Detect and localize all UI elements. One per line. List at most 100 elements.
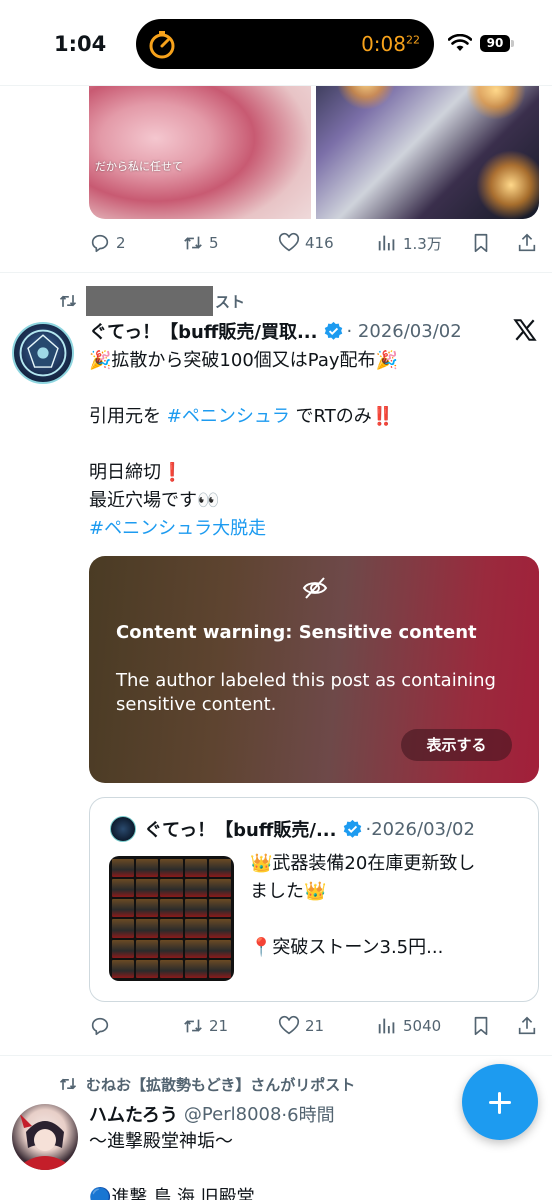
verified-badge-icon xyxy=(344,819,362,838)
quote-header: ぐてっ！【buff販売/... · 2026/03/02 xyxy=(110,816,475,842)
status-bar: 1:04 0:0822 90 xyxy=(0,0,552,86)
media-glow xyxy=(476,150,539,219)
body-text: 引用元を xyxy=(89,406,167,427)
redacted-name xyxy=(86,286,213,316)
quote-line-spacer xyxy=(250,906,475,934)
avatar-character xyxy=(20,1114,68,1170)
reply-button[interactable] xyxy=(89,1011,116,1041)
thumb-cell xyxy=(208,879,231,898)
author-handle[interactable]: @Perl8008 xyxy=(184,1104,282,1125)
content-warning-card[interactable]: Content warning: Sensitive content The a… xyxy=(89,556,539,783)
author-name[interactable]: ぐてっ！【buff販売/買取... xyxy=(89,318,317,344)
thumb-cell xyxy=(112,879,135,898)
content-warning-title: Content warning: Sensitive content xyxy=(116,622,477,643)
body-line-spacer xyxy=(89,1156,255,1184)
thumb-cell xyxy=(136,899,159,918)
battery-nub xyxy=(511,40,514,47)
reply-button[interactable]: 2 xyxy=(89,228,126,258)
like-count: 416 xyxy=(305,234,334,252)
like-button[interactable]: 21 xyxy=(278,1011,324,1041)
repost-by-text: むねお【拡散勢もどき】さんがリポスト xyxy=(86,1075,356,1094)
thumb-cell xyxy=(160,879,183,898)
tweet-divider xyxy=(0,272,552,273)
post-time[interactable]: ·6時間 xyxy=(281,1101,334,1127)
repost-button[interactable]: 21 xyxy=(182,1011,228,1041)
thumb-cell xyxy=(136,939,159,958)
tweet1-actions: 2 5 416 1.3万 xyxy=(89,228,539,258)
hashtag-link[interactable]: #ペニンシュラ大脱走 xyxy=(89,515,398,543)
share-button[interactable] xyxy=(516,1011,543,1041)
bookmark-button[interactable] xyxy=(470,228,497,258)
tweet2-actions: 21 21 5040 xyxy=(89,1011,539,1041)
body-line xyxy=(89,375,398,403)
like-button[interactable]: 416 xyxy=(278,228,334,258)
reply-icon xyxy=(91,1017,109,1036)
thumb-cell xyxy=(184,879,207,898)
quote-author-name: ぐてっ！【buff販売/... xyxy=(144,820,337,841)
views-button[interactable]: 1.3万 xyxy=(376,228,442,258)
share-icon xyxy=(518,233,536,252)
repost-attribution[interactable]: スト xyxy=(58,286,245,316)
compose-post-button[interactable] xyxy=(462,1064,538,1140)
body-line: 最近穴場です👀 xyxy=(89,490,220,511)
eye-off-icon xyxy=(302,577,328,599)
body-line: 明日締切❗ xyxy=(89,462,184,483)
share-button[interactable] xyxy=(516,228,543,258)
thumb-cell xyxy=(208,859,231,878)
media-caption: だから私に任せて xyxy=(95,160,183,173)
body-line: 引用元を #ペニンシュラ でRTのみ‼️ xyxy=(89,403,398,431)
share-icon xyxy=(518,1016,536,1035)
author-avatar[interactable] xyxy=(12,322,74,384)
thumb-cell xyxy=(112,919,135,938)
views-button[interactable]: 5040 xyxy=(376,1011,441,1041)
thumb-cell xyxy=(160,899,183,918)
repost-icon xyxy=(184,236,202,250)
quote-date: 2026/03/02 xyxy=(371,818,475,840)
thumb-cell xyxy=(136,959,159,978)
avatar-emblem xyxy=(19,329,67,377)
tweet3-header: ハムたろう @Perl8008 ·6時間 xyxy=(89,1101,335,1127)
repost-button[interactable]: 5 xyxy=(182,228,219,258)
repost-icon xyxy=(59,1078,77,1090)
bookmark-button[interactable] xyxy=(470,1011,497,1041)
show-content-button[interactable]: 表示する xyxy=(401,729,512,761)
quote-line: 👑武器装備20在庫更新致し xyxy=(250,853,476,874)
bookmark-icon xyxy=(474,233,488,253)
thumb-cell xyxy=(136,859,159,878)
heart-icon xyxy=(278,232,300,252)
stopwatch-icon xyxy=(149,31,175,59)
analytics-icon xyxy=(378,235,395,251)
x-logo-icon xyxy=(513,319,537,341)
hashtag-link[interactable]: #ペニンシュラ xyxy=(167,406,290,427)
thumb-cell xyxy=(112,859,135,878)
thumb-cell xyxy=(136,879,159,898)
bookmark-icon xyxy=(474,1016,488,1036)
thumb-cell xyxy=(112,899,135,918)
thumb-cell xyxy=(160,859,183,878)
quoted-tweet[interactable]: ぐてっ！【buff販売/... · 2026/03/02 👑武器装備20在庫更新… xyxy=(89,797,539,1002)
heart-icon xyxy=(278,1015,300,1035)
repost-count: 5 xyxy=(209,234,219,252)
quote-thumbnail[interactable] xyxy=(109,856,234,981)
thumb-cell xyxy=(208,899,231,918)
thumb-cell xyxy=(112,959,135,978)
dynamic-island[interactable]: 0:0822 xyxy=(136,19,434,69)
body-line: 🔵進撃 鳥 海 旧殿堂 xyxy=(89,1187,255,1200)
post-date[interactable]: · 2026/03/02 xyxy=(346,321,461,342)
tweet2-body: 🎉拡散から突破100個又はPay配布🎉 引用元を #ペニンシュラ でRTのみ‼️… xyxy=(89,347,398,543)
wifi-icon xyxy=(448,34,472,51)
thumb-cell xyxy=(184,899,207,918)
author-avatar[interactable] xyxy=(12,1104,78,1170)
author-name[interactable]: ハムたろう xyxy=(89,1101,178,1127)
thumb-cell xyxy=(112,939,135,958)
clock: 1:04 xyxy=(54,32,107,56)
tweet-divider xyxy=(0,1055,552,1056)
thumb-cell xyxy=(208,939,231,958)
thumb-cell xyxy=(160,939,183,958)
quote-avatar xyxy=(110,816,136,842)
content-warning-description: The author labeled this post as containi… xyxy=(116,670,496,715)
repost-icon xyxy=(184,1019,202,1033)
repost-attribution[interactable]: むねお【拡散勢もどき】さんがリポスト xyxy=(58,1073,355,1095)
body-line: 🎉拡散から突破100個又はPay配布🎉 xyxy=(89,350,398,371)
analytics-icon xyxy=(378,1018,395,1034)
